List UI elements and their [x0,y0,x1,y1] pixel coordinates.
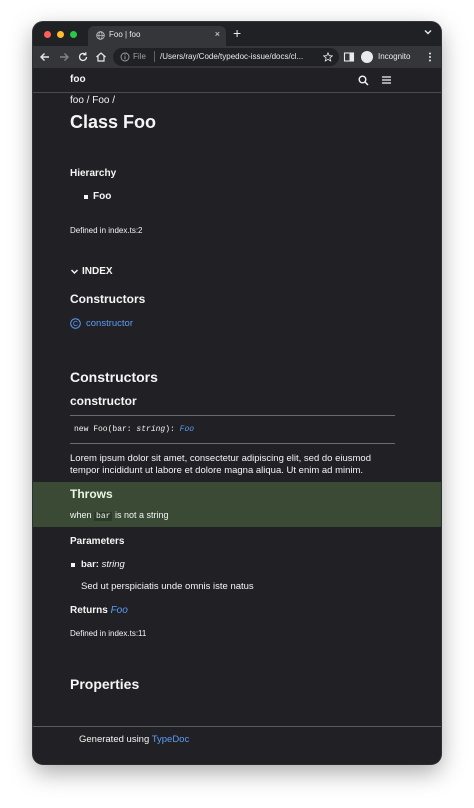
forward-arrow-icon[interactable] [58,51,70,63]
typedoc-link[interactable]: TypeDoc [152,734,190,745]
signature-prefix: new Foo(bar: [74,425,137,434]
parameter-name: bar: [81,559,99,570]
inline-code: bar [94,512,113,521]
breadcrumb-link-class[interactable]: Foo [92,95,109,106]
more-options-icon[interactable] [424,51,436,63]
close-window-button[interactable] [44,31,51,38]
zoom-window-button[interactable] [70,31,77,38]
incognito-label: Incognito [378,52,411,61]
page-title: Class Foo [70,112,157,132]
parameter-type: string [101,559,125,570]
list-bullet [71,563,75,567]
info-icon[interactable] [120,52,130,62]
member-name: constructor [70,394,137,408]
site-title[interactable]: foo [70,74,86,85]
back-arrow-icon[interactable] [39,51,51,63]
divider [33,726,441,727]
signature: new Foo(bar: string): Foo [74,425,194,434]
chevron-down-icon[interactable] [423,27,433,37]
globe-icon [96,31,105,40]
chevron-down-icon[interactable] [70,267,79,276]
signature-mid: ): [165,425,180,434]
divider [70,415,395,416]
divider [70,443,395,444]
address-bar[interactable]: File /Users/ray/Code/typedoc-issue/docs/… [113,48,339,66]
tab-strip: Foo | foo × + [33,22,441,46]
returns-type-link[interactable]: Foo [111,605,128,616]
throws-heading: Throws [70,487,113,501]
returns: Returns Foo [70,605,128,616]
menu-icon[interactable] [381,75,392,85]
side-panel-icon[interactable] [343,51,355,63]
browser-window: Foo | foo × + File /Users/ray/Code/typed… [33,22,441,764]
hierarchy-heading: Hierarchy [70,168,117,179]
divider [154,51,155,62]
defined-in: Defined in index.ts:2 [70,226,143,235]
defined-in: Defined in index.ts:11 [70,629,147,638]
throws-text-before: when [70,510,95,520]
url-text[interactable]: /Users/ray/Code/typedoc-issue/docs/cl... [160,52,318,61]
browser-tab[interactable]: Foo | foo × [88,26,226,46]
page-viewport: foo foo / Foo / Class Foo Hierarchy Foo … [33,68,441,764]
throws-text: when bar is not a string [70,510,168,521]
breadcrumb-separator: / [83,95,93,106]
index-toggle[interactable]: INDEX [82,266,113,277]
incognito-indicator[interactable]: Incognito [359,48,415,66]
throws-text-after: is not a string [112,510,169,520]
parameters-heading: Parameters [70,536,125,547]
constructor-icon-letter: C [73,321,78,328]
list-bullet [84,195,88,199]
close-tab-icon[interactable]: × [215,29,220,39]
footer: Generated using TypeDoc [79,734,189,745]
footer-text: Generated using [79,734,152,745]
constructors-heading: Constructors [70,369,158,385]
index-constructors-heading: Constructors [70,292,146,306]
parameter-description: Sed ut perspiciatis unde omnis iste natu… [81,581,254,592]
home-icon[interactable] [95,51,107,63]
site-header: foo [33,68,441,93]
constructor-link[interactable]: constructor [86,318,133,329]
minimize-window-button[interactable] [57,31,64,38]
browser-toolbar: File /Users/ray/Code/typedoc-issue/docs/… [33,46,441,68]
hierarchy-item: Foo [93,191,112,202]
properties-heading: Properties [70,676,140,692]
breadcrumb: foo / Foo / [70,95,115,106]
parameter-item: bar: string [81,559,125,570]
url-scheme: File [133,52,146,61]
breadcrumb-link-foo[interactable]: foo [70,95,84,106]
returns-label: Returns [70,605,108,616]
incognito-icon [361,51,373,63]
new-tab-button[interactable]: + [233,25,241,41]
signature-param-type: string [136,425,166,434]
tab-title: Foo | foo [109,30,141,39]
bookmark-star-icon[interactable] [323,52,333,62]
reload-icon[interactable] [77,51,89,63]
constructor-kind-icon: C [70,318,81,329]
breadcrumb-separator: / [109,95,116,106]
throws-block: Throws when bar is not a string [33,482,441,527]
search-icon[interactable] [358,75,369,86]
constructor-description: Lorem ipsum dolor sit amet, consectetur … [70,453,371,476]
signature-return-type-link[interactable]: Foo [180,425,194,434]
